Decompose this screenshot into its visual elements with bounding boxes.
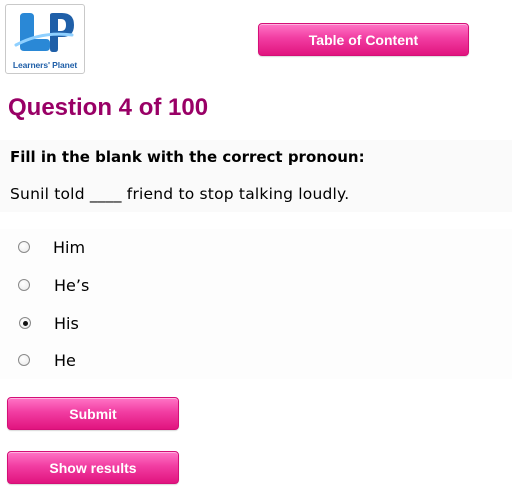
- lp-logo-icon: [14, 13, 74, 52]
- quiz-screen: Learners' Planet Table of Content Questi…: [0, 0, 512, 494]
- option-he[interactable]: He: [0, 346, 300, 376]
- radio-button-selected[interactable]: [19, 317, 31, 329]
- option-hes[interactable]: He’s: [0, 271, 300, 301]
- option-label: He’s: [54, 276, 90, 295]
- radio-button[interactable]: [18, 241, 30, 253]
- logo-tagline: Learners' Planet: [12, 60, 78, 70]
- radio-button[interactable]: [18, 354, 30, 366]
- question-instruction: Fill in the blank with the correct prono…: [10, 148, 365, 166]
- option-his[interactable]: His: [0, 309, 300, 339]
- option-label: Him: [53, 238, 86, 257]
- question-text: Sunil told ____ friend to stop talking l…: [10, 185, 350, 203]
- submit-button[interactable]: Submit: [7, 397, 179, 430]
- show-results-button[interactable]: Show results: [7, 451, 179, 484]
- option-him[interactable]: Him: [0, 233, 300, 263]
- table-of-content-button[interactable]: Table of Content: [258, 23, 469, 56]
- radio-button[interactable]: [18, 279, 30, 291]
- learners-planet-logo: Learners' Planet: [5, 4, 85, 74]
- question-title: Question 4 of 100: [8, 94, 209, 121]
- option-label: His: [54, 314, 79, 333]
- option-label: He: [54, 351, 76, 370]
